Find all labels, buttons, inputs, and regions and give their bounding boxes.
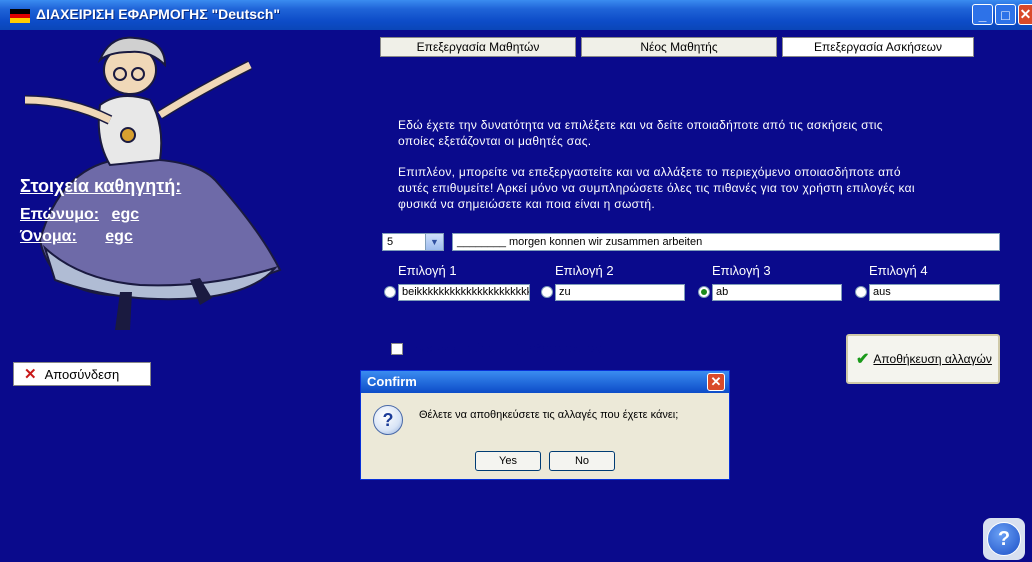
minimize-button[interactable]: _ — [972, 4, 993, 25]
option-4-radio[interactable] — [855, 286, 867, 298]
name-row: Όνομα: egc — [20, 228, 133, 246]
save-changes-button[interactable]: ✔ Αποθήκευση αλλαγών — [846, 334, 1000, 384]
checkmark-icon: ✔ — [856, 351, 870, 368]
option-2-label: Επιλογή 2 — [555, 263, 614, 278]
surname-label: Επώνυμο: — [20, 206, 100, 223]
no-button[interactable]: No — [549, 451, 615, 471]
enable-edit-label: Ενεργοποίηση Επεξεργασίας — [410, 341, 603, 355]
option-1-label: Επιλογή 1 — [398, 263, 457, 278]
window-title: ΔΙΑΧΕΙΡΙΣΗ ΕΦΑΡΜΟΓΗΣ "Deutsch" — [36, 6, 281, 22]
dialog-title-bar: Confirm ✕ — [361, 371, 729, 393]
chevron-down-icon[interactable]: ▼ — [425, 234, 443, 250]
dialog-message: Θέλετε να αποθηκεύσετε τις αλλαγές που έ… — [419, 409, 679, 421]
maximize-button[interactable]: □ — [995, 4, 1016, 25]
surname-value: egc — [111, 206, 140, 223]
tab-edit-exercises[interactable]: Επεξεργασία Ασκήσεων — [782, 37, 974, 57]
german-flag-icon — [10, 9, 30, 23]
intro-line-3: Επιπλέον, μπορείτε να επεξεργαστείτε και… — [398, 165, 901, 179]
intro-line-4: αυτές επιθυμείτε! Αρκεί μόνο να συμπληρώ… — [398, 181, 915, 195]
option-1-input[interactable]: beikkkkkkkkkkkkkkkkkkkkkkk — [398, 284, 530, 301]
exercise-number-value: 5 — [387, 236, 394, 248]
help-button[interactable]: ? — [983, 518, 1025, 560]
option-3-label: Επιλογή 3 — [712, 263, 771, 278]
enable-edit-checkbox[interactable] — [391, 343, 403, 355]
intro-line-2: οποίες εξετάζονται οι μαθητές σας. — [398, 134, 592, 148]
close-window-button[interactable]: ✕ — [1018, 4, 1032, 25]
question-icon: ? — [373, 405, 403, 435]
close-x-icon: ✕ — [24, 366, 37, 383]
tab-new-student[interactable]: Νέος Μαθητής — [581, 37, 777, 57]
teacher-info-heading: Στοιχεία καθηγητή: — [20, 176, 182, 196]
name-value: egc — [105, 228, 133, 245]
intro-line-5: φυσικά να σημειώσετε και ποια είναι η σω… — [398, 197, 655, 211]
intro-line-1: Εδώ έχετε την δυνατότητα να επιλέξετε κα… — [398, 118, 883, 132]
option-2-input[interactable]: zu — [555, 284, 685, 301]
name-label: Όνομα: — [20, 228, 77, 245]
question-input[interactable]: ________ morgen konnen wir zusammen arbe… — [452, 233, 1000, 251]
logout-button[interactable]: ✕ Αποσύνδεση — [13, 362, 151, 386]
logout-label: Αποσύνδεση — [44, 366, 120, 382]
option-3-radio[interactable] — [698, 286, 710, 298]
save-changes-label: Αποθήκευση αλλαγών — [873, 352, 992, 366]
tab-edit-students[interactable]: Επεξεργασία Μαθητών — [380, 37, 576, 57]
option-3-input[interactable]: ab — [712, 284, 842, 301]
exercise-number-select[interactable]: 5 ▼ — [382, 233, 444, 251]
option-2-radio[interactable] — [541, 286, 553, 298]
title-bar: ΔΙΑΧΕΙΡΙΣΗ ΕΦΑΡΜΟΓΗΣ "Deutsch" _ □ ✕ — [0, 0, 1032, 30]
dialog-title: Confirm — [367, 374, 417, 389]
option-1-radio[interactable] — [384, 286, 396, 298]
dialog-close-button[interactable]: ✕ — [707, 373, 725, 391]
yes-button[interactable]: Yes — [475, 451, 541, 471]
confirm-dialog: Confirm ✕ ? Θέλετε να αποθηκεύσετε τις α… — [360, 370, 730, 480]
help-icon: ? — [987, 522, 1021, 556]
option-4-label: Επιλογή 4 — [869, 263, 928, 278]
option-4-input[interactable]: aus — [869, 284, 1000, 301]
surname-row: Επώνυμο: egc — [20, 206, 139, 224]
